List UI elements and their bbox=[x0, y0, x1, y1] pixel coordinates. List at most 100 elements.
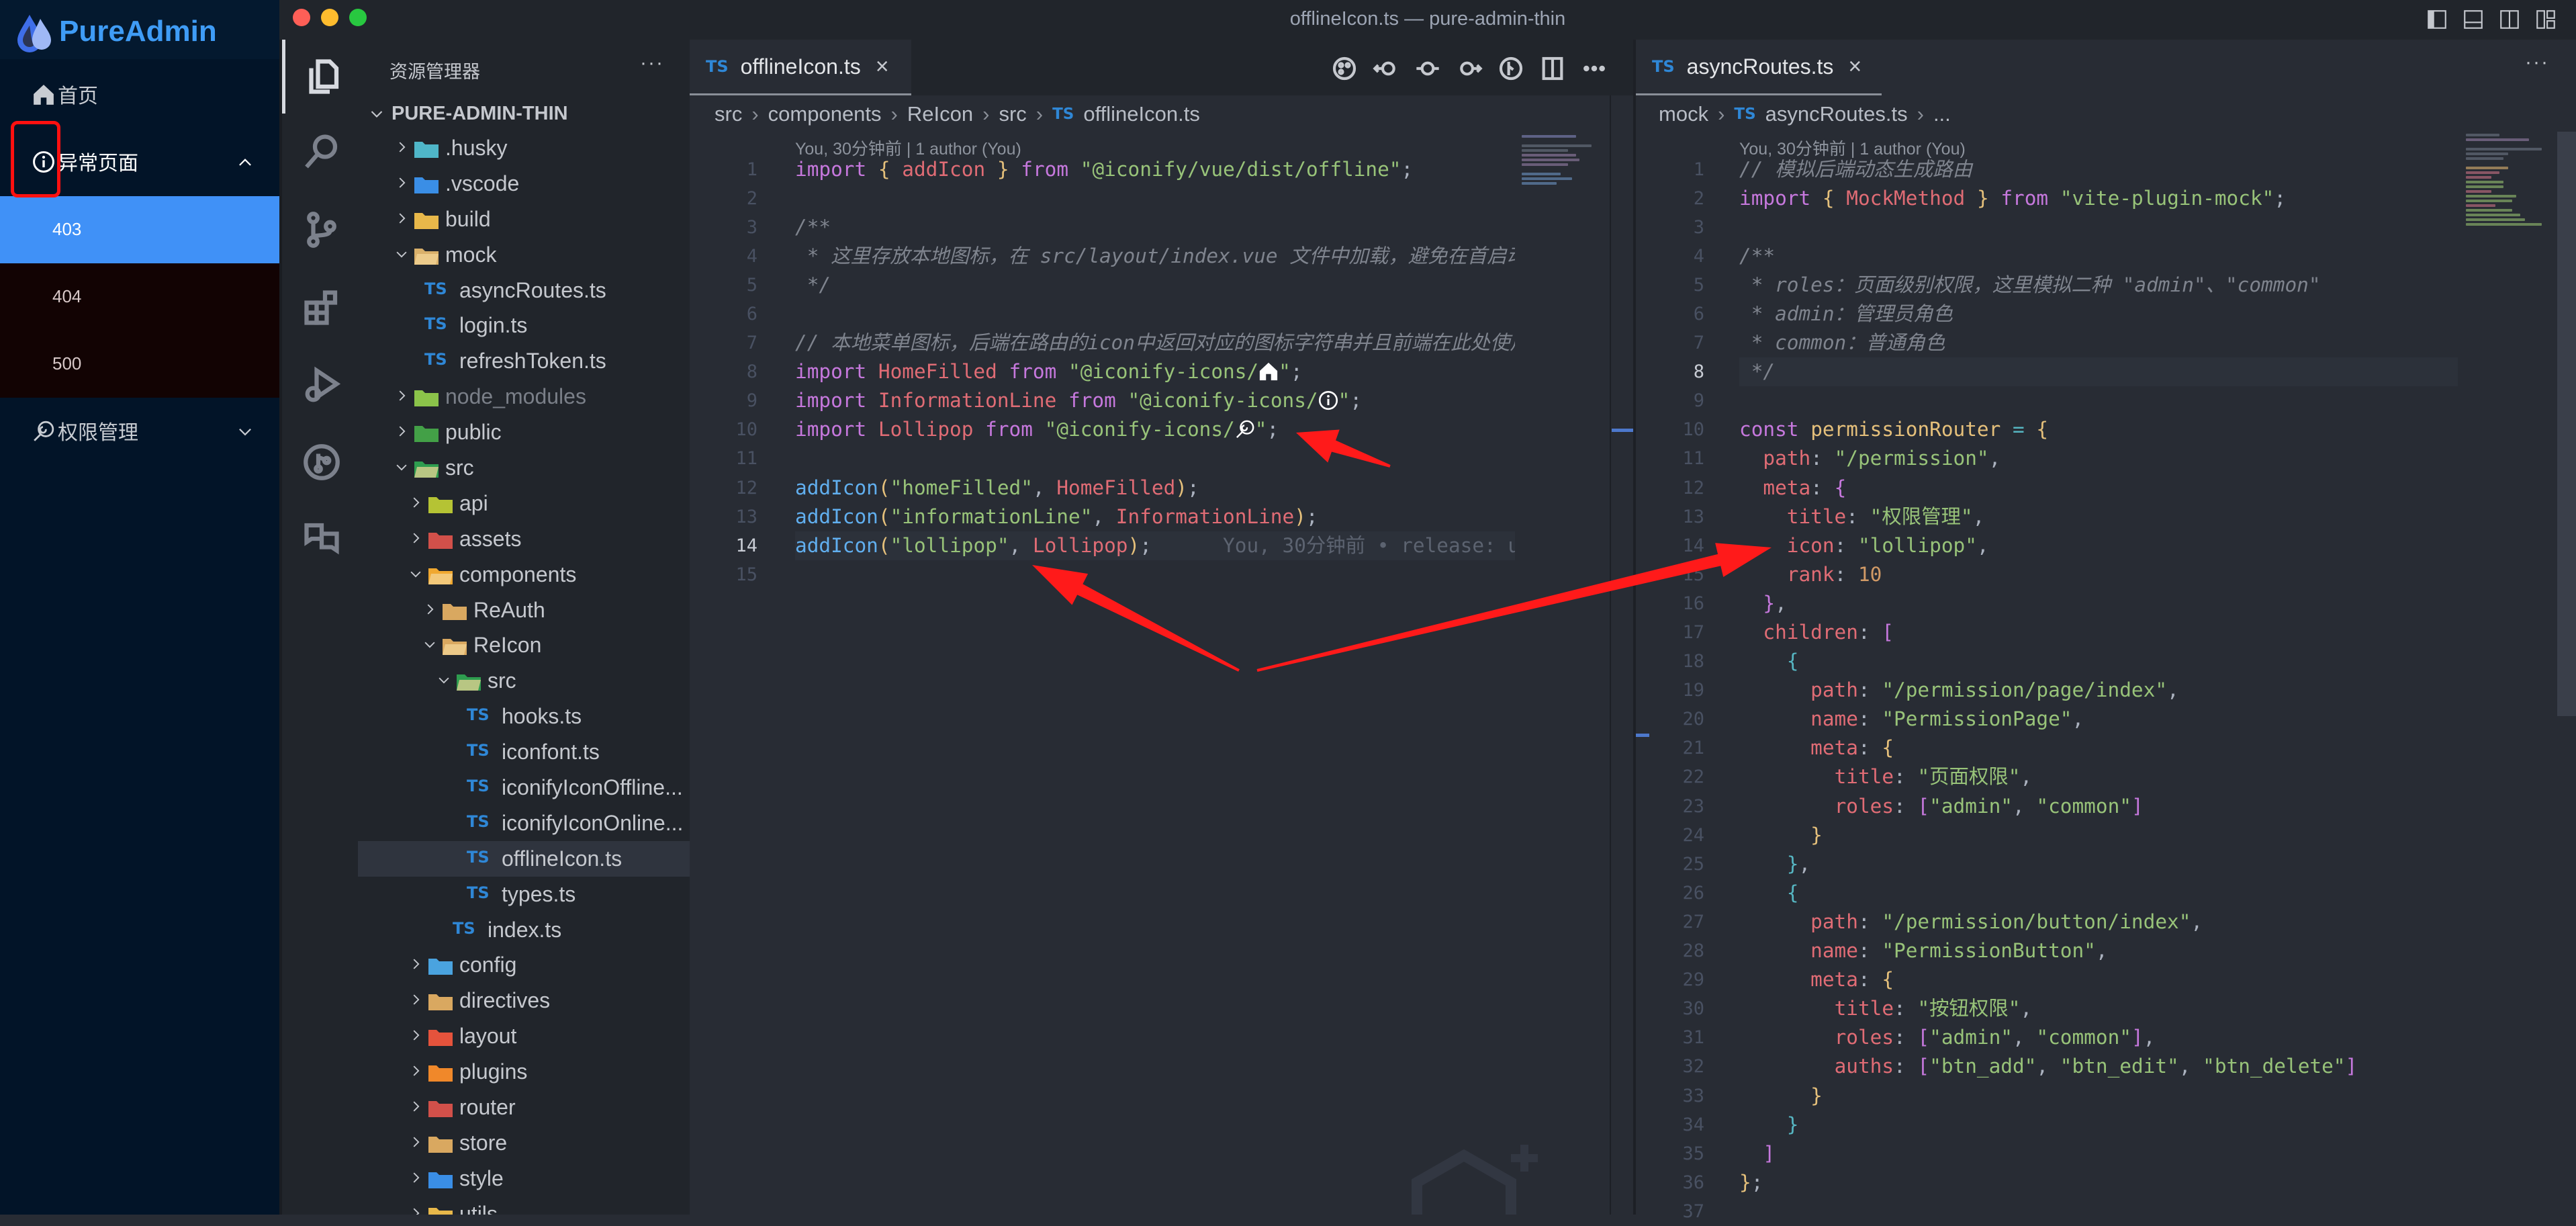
code-line[interactable]: */ bbox=[795, 271, 1515, 300]
chevron-right-icon[interactable] bbox=[408, 1170, 423, 1185]
tree-file[interactable]: TS hooks.ts bbox=[358, 699, 690, 734]
tree-file[interactable]: TS offlineIcon.ts bbox=[358, 840, 690, 877]
tree-folder[interactable]: public bbox=[358, 414, 690, 450]
search-button[interactable] bbox=[282, 115, 361, 189]
chevron-right-icon[interactable] bbox=[408, 495, 423, 510]
toggle-panel-icon[interactable] bbox=[2462, 8, 2485, 31]
code-line[interactable]: title: "权限管理", bbox=[1739, 502, 2458, 531]
code-line[interactable]: /** bbox=[1739, 242, 2458, 271]
tab-offlineicon[interactable]: TS offlineIcon.ts × bbox=[690, 40, 911, 95]
tree-folder[interactable]: build bbox=[358, 202, 690, 237]
tree-folder[interactable]: .husky bbox=[358, 130, 690, 166]
chevron-down-icon[interactable] bbox=[408, 566, 423, 581]
code-line[interactable] bbox=[1739, 386, 2458, 415]
code-line[interactable]: name: "PermissionPage", bbox=[1739, 705, 2458, 734]
code-line[interactable]: title: "按钮权限", bbox=[1739, 994, 2458, 1023]
code-line[interactable]: }, bbox=[1739, 850, 2458, 879]
tree-folder[interactable]: store bbox=[358, 1125, 690, 1161]
chevron-right-icon[interactable] bbox=[394, 388, 409, 403]
tree-folder[interactable]: router bbox=[358, 1090, 690, 1125]
source-control-button[interactable] bbox=[282, 193, 361, 267]
code-line[interactable]: { bbox=[1739, 879, 2458, 908]
code-line[interactable]: * common：普通角色 bbox=[1739, 329, 2458, 357]
more-actions-button[interactable]: ··· bbox=[2525, 51, 2549, 74]
code-line[interactable]: addIcon("homeFilled", HomeFilled); bbox=[795, 474, 1515, 502]
chevron-right-icon[interactable] bbox=[408, 1063, 423, 1078]
code-line[interactable] bbox=[795, 300, 1515, 329]
code-line[interactable]: title: "页面权限", bbox=[1739, 762, 2458, 791]
go-forward-button[interactable] bbox=[1456, 55, 1483, 82]
tree-folder[interactable]: style bbox=[358, 1161, 690, 1196]
code-line[interactable] bbox=[795, 444, 1515, 473]
submenu-item-500[interactable]: 500 bbox=[0, 331, 279, 398]
chevron-right-icon[interactable] bbox=[394, 424, 409, 439]
chevron-right-icon[interactable] bbox=[408, 1206, 423, 1215]
chevron-right-icon[interactable] bbox=[408, 531, 423, 545]
tree-folder[interactable]: api bbox=[358, 486, 690, 521]
code-line[interactable] bbox=[1739, 1197, 2458, 1215]
chevron-down-icon[interactable] bbox=[436, 672, 451, 687]
submenu-item-404[interactable]: 404 bbox=[0, 263, 279, 331]
chevron-right-icon[interactable] bbox=[394, 211, 409, 226]
toggle-sidebar-icon[interactable] bbox=[2426, 8, 2448, 31]
submenu-item-403[interactable]: 403 bbox=[0, 196, 279, 263]
explorer-button[interactable] bbox=[282, 40, 361, 114]
code-line[interactable]: import { MockMethod } from "vite-plugin-… bbox=[1739, 184, 2458, 213]
code-line[interactable]: // 模拟后端动态生成路由 bbox=[1739, 155, 2458, 184]
tree-folder[interactable]: mock bbox=[358, 237, 690, 273]
color-palette-button[interactable] bbox=[1331, 55, 1358, 82]
code-editor-right[interactable]: // 模拟后端动态生成路由 import { MockMethod } from … bbox=[1739, 155, 2458, 1215]
scrollbar-thumb[interactable] bbox=[2557, 132, 2576, 716]
tree-folder[interactable]: node_modules bbox=[358, 379, 690, 414]
tree-folder[interactable]: config bbox=[358, 947, 690, 983]
chevron-right-icon[interactable] bbox=[408, 957, 423, 971]
more-actions-button[interactable]: ··· bbox=[640, 52, 664, 75]
tree-file[interactable]: TS iconifyIconOffline... bbox=[358, 770, 690, 805]
code-line[interactable]: path: "/permission/button/index", bbox=[1739, 908, 2458, 936]
chevron-right-icon[interactable] bbox=[408, 1099, 423, 1114]
code-line[interactable]: // 本地菜单图标，后端在路由的icon中返回对应的图标字符串并且前端在此处使用 bbox=[795, 329, 1515, 357]
tree-file[interactable]: TS types.ts bbox=[358, 877, 690, 912]
code-line[interactable]: ] bbox=[1739, 1139, 2458, 1168]
chevron-right-icon[interactable] bbox=[394, 140, 409, 155]
tree-folder[interactable]: layout bbox=[358, 1018, 690, 1054]
chevron-down-icon[interactable] bbox=[394, 459, 409, 474]
git-commit-button[interactable] bbox=[1414, 55, 1441, 82]
split-editor-button[interactable] bbox=[1539, 55, 1566, 82]
translate-button[interactable] bbox=[282, 502, 361, 576]
chevron-right-icon[interactable] bbox=[394, 175, 409, 190]
menu-item-permission[interactable]: 权限管理 bbox=[0, 397, 279, 464]
code-line[interactable]: } bbox=[1739, 821, 2458, 850]
logo-area[interactable]: PureAdmin bbox=[0, 0, 279, 59]
code-line[interactable]: { bbox=[1739, 647, 2458, 676]
tree-folder[interactable]: src bbox=[358, 663, 690, 699]
code-line[interactable]: } bbox=[1739, 1110, 2458, 1139]
chevron-down-icon[interactable] bbox=[422, 637, 437, 652]
go-back-button[interactable] bbox=[1373, 55, 1399, 82]
run-debug-button[interactable] bbox=[282, 349, 361, 423]
close-tab-button[interactable]: × bbox=[876, 54, 889, 80]
code-editor-left[interactable]: import { addIcon } from "@iconify/vue/di… bbox=[795, 155, 1515, 1210]
code-line[interactable] bbox=[795, 184, 1515, 213]
breadcrumb-file[interactable]: asyncRoutes.ts bbox=[1765, 102, 1908, 126]
code-line[interactable]: auths: ["btn_add", "btn_edit", "btn_dele… bbox=[1739, 1052, 2458, 1081]
breadcrumb-item[interactable]: components bbox=[768, 102, 882, 126]
tree-folder[interactable]: src bbox=[358, 450, 690, 486]
code-line[interactable]: roles: ["admin", "common"], bbox=[1739, 1023, 2458, 1052]
chevron-right-icon[interactable] bbox=[408, 1135, 423, 1149]
extensions-button[interactable] bbox=[282, 271, 361, 345]
workspace-root[interactable]: PURE-ADMIN-THIN bbox=[392, 103, 568, 125]
code-line[interactable] bbox=[1739, 213, 2458, 242]
tree-file[interactable]: TS asyncRoutes.ts bbox=[358, 273, 690, 308]
tree-folder[interactable]: .vscode bbox=[358, 166, 690, 202]
menu-item-home[interactable]: 首页 bbox=[0, 60, 279, 128]
code-line[interactable]: rank: 10 bbox=[1739, 560, 2458, 589]
tree-file[interactable]: TS index.ts bbox=[358, 912, 690, 948]
tree-file[interactable]: TS refreshToken.ts bbox=[358, 343, 690, 379]
customize-layout-icon[interactable] bbox=[2534, 8, 2557, 31]
tree-folder[interactable]: assets bbox=[358, 521, 690, 557]
tree-file[interactable]: TS iconifyIconOnline... bbox=[358, 805, 690, 841]
tree-folder[interactable]: ReAuth bbox=[358, 593, 690, 628]
code-line[interactable]: */ bbox=[1739, 357, 2458, 387]
code-line[interactable]: addIcon("lollipop", Lollipop); You, 30分钟… bbox=[795, 531, 1515, 560]
